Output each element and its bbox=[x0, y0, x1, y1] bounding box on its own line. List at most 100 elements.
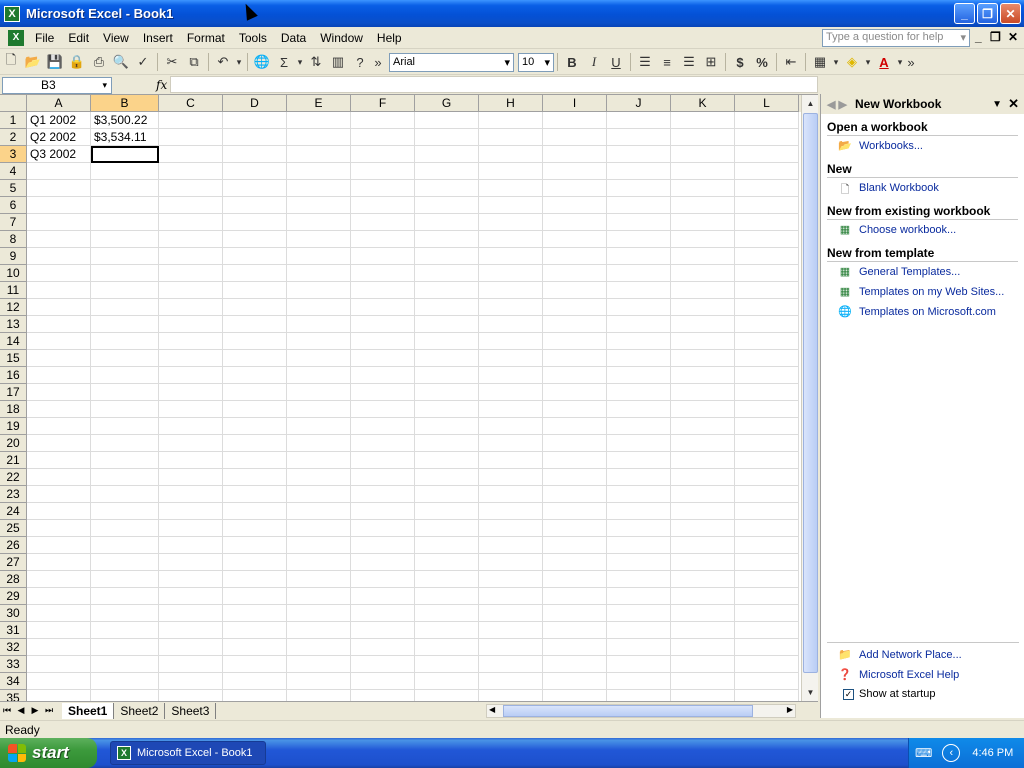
cell-f15[interactable] bbox=[351, 350, 415, 367]
link-label[interactable]: Blank Workbook bbox=[859, 182, 939, 194]
cell-d30[interactable] bbox=[223, 605, 287, 622]
center-icon[interactable]: ≡ bbox=[656, 51, 678, 73]
cell-d34[interactable] bbox=[223, 673, 287, 690]
cell-g19[interactable] bbox=[415, 418, 479, 435]
cell-c7[interactable] bbox=[159, 214, 223, 231]
row-header-17[interactable]: 17 bbox=[0, 384, 27, 401]
cell-i7[interactable] bbox=[543, 214, 607, 231]
cell-c34[interactable] bbox=[159, 673, 223, 690]
cell-h1[interactable] bbox=[479, 112, 543, 129]
cell-j6[interactable] bbox=[607, 197, 671, 214]
prev-sheet-icon[interactable]: ◀ bbox=[14, 705, 28, 716]
hyperlink-icon[interactable]: 🌐 bbox=[251, 51, 273, 73]
cell-a29[interactable] bbox=[27, 588, 91, 605]
row-header-14[interactable]: 14 bbox=[0, 333, 27, 350]
row-header-30[interactable]: 30 bbox=[0, 605, 27, 622]
cell-k3[interactable] bbox=[671, 146, 735, 163]
cell-d33[interactable] bbox=[223, 656, 287, 673]
cell-i23[interactable] bbox=[543, 486, 607, 503]
menu-data[interactable]: Data bbox=[274, 31, 313, 45]
cell-b34[interactable] bbox=[91, 673, 159, 690]
vertical-scrollbar[interactable]: ▲ ▼ bbox=[801, 95, 818, 701]
cell-j31[interactable] bbox=[607, 622, 671, 639]
chevron-down-icon[interactable]: ▾ bbox=[960, 31, 966, 45]
cell-c25[interactable] bbox=[159, 520, 223, 537]
autosum-icon[interactable]: Σ bbox=[273, 51, 295, 73]
cell-b32[interactable] bbox=[91, 639, 159, 656]
cell-e3[interactable] bbox=[287, 146, 351, 163]
row-header-4[interactable]: 4 bbox=[0, 163, 27, 180]
column-header-f[interactable]: F bbox=[351, 95, 415, 112]
link-label[interactable]: General Templates... bbox=[859, 266, 960, 278]
cell-j1[interactable] bbox=[607, 112, 671, 129]
link-label[interactable]: Add Network Place... bbox=[859, 649, 962, 661]
cell-h15[interactable] bbox=[479, 350, 543, 367]
cell-a20[interactable] bbox=[27, 435, 91, 452]
cell-d11[interactable] bbox=[223, 282, 287, 299]
cell-f3[interactable] bbox=[351, 146, 415, 163]
cell-g34[interactable] bbox=[415, 673, 479, 690]
cell-a4[interactable] bbox=[27, 163, 91, 180]
scroll-down-icon[interactable]: ▼ bbox=[803, 685, 818, 701]
cell-f17[interactable] bbox=[351, 384, 415, 401]
menu-edit[interactable]: Edit bbox=[61, 31, 96, 45]
cell-a34[interactable] bbox=[27, 673, 91, 690]
link-general-templates[interactable]: ▦ General Templates... bbox=[827, 262, 1018, 282]
cell-k30[interactable] bbox=[671, 605, 735, 622]
chart-wizard-icon[interactable]: ▥ bbox=[327, 51, 349, 73]
cell-d15[interactable] bbox=[223, 350, 287, 367]
undo-icon[interactable]: ↶ bbox=[212, 51, 234, 73]
cell-h6[interactable] bbox=[479, 197, 543, 214]
row-header-15[interactable]: 15 bbox=[0, 350, 27, 367]
cell-d12[interactable] bbox=[223, 299, 287, 316]
link-label[interactable]: Templates on Microsoft.com bbox=[859, 306, 996, 318]
row-header-9[interactable]: 9 bbox=[0, 248, 27, 265]
cell-c24[interactable] bbox=[159, 503, 223, 520]
cell-k14[interactable] bbox=[671, 333, 735, 350]
row-header-29[interactable]: 29 bbox=[0, 588, 27, 605]
cell-l5[interactable] bbox=[735, 180, 799, 197]
column-header-k[interactable]: K bbox=[671, 95, 735, 112]
borders-dropdown-icon[interactable]: ▾ bbox=[831, 51, 841, 73]
cell-g27[interactable] bbox=[415, 554, 479, 571]
cell-d8[interactable] bbox=[223, 231, 287, 248]
cell-k27[interactable] bbox=[671, 554, 735, 571]
cell-d1[interactable] bbox=[223, 112, 287, 129]
cell-b8[interactable] bbox=[91, 231, 159, 248]
doc-restore-button[interactable]: ❐ bbox=[990, 30, 1001, 44]
ask-question-box[interactable]: Type a question for help ▾ bbox=[822, 29, 970, 47]
cell-k15[interactable] bbox=[671, 350, 735, 367]
cell-j28[interactable] bbox=[607, 571, 671, 588]
cell-e15[interactable] bbox=[287, 350, 351, 367]
cell-e7[interactable] bbox=[287, 214, 351, 231]
cell-k22[interactable] bbox=[671, 469, 735, 486]
cell-f22[interactable] bbox=[351, 469, 415, 486]
cell-h25[interactable] bbox=[479, 520, 543, 537]
cell-f33[interactable] bbox=[351, 656, 415, 673]
cell-g20[interactable] bbox=[415, 435, 479, 452]
formula-input[interactable] bbox=[170, 76, 818, 93]
cell-f1[interactable] bbox=[351, 112, 415, 129]
cell-d23[interactable] bbox=[223, 486, 287, 503]
cell-b35[interactable] bbox=[91, 690, 159, 701]
cell-j27[interactable] bbox=[607, 554, 671, 571]
cell-b18[interactable] bbox=[91, 401, 159, 418]
cell-k4[interactable] bbox=[671, 163, 735, 180]
cell-c32[interactable] bbox=[159, 639, 223, 656]
font-color-icon[interactable]: A bbox=[873, 51, 895, 73]
cell-b31[interactable] bbox=[91, 622, 159, 639]
row-header-5[interactable]: 5 bbox=[0, 180, 27, 197]
cell-j34[interactable] bbox=[607, 673, 671, 690]
row-header-31[interactable]: 31 bbox=[0, 622, 27, 639]
cell-g21[interactable] bbox=[415, 452, 479, 469]
cell-f23[interactable] bbox=[351, 486, 415, 503]
tab-sheet2[interactable]: Sheet2 bbox=[114, 702, 166, 719]
cell-i5[interactable] bbox=[543, 180, 607, 197]
cell-l30[interactable] bbox=[735, 605, 799, 622]
cell-b6[interactable] bbox=[91, 197, 159, 214]
cell-l22[interactable] bbox=[735, 469, 799, 486]
row-header-25[interactable]: 25 bbox=[0, 520, 27, 537]
cell-f20[interactable] bbox=[351, 435, 415, 452]
cell-h10[interactable] bbox=[479, 265, 543, 282]
cell-e31[interactable] bbox=[287, 622, 351, 639]
